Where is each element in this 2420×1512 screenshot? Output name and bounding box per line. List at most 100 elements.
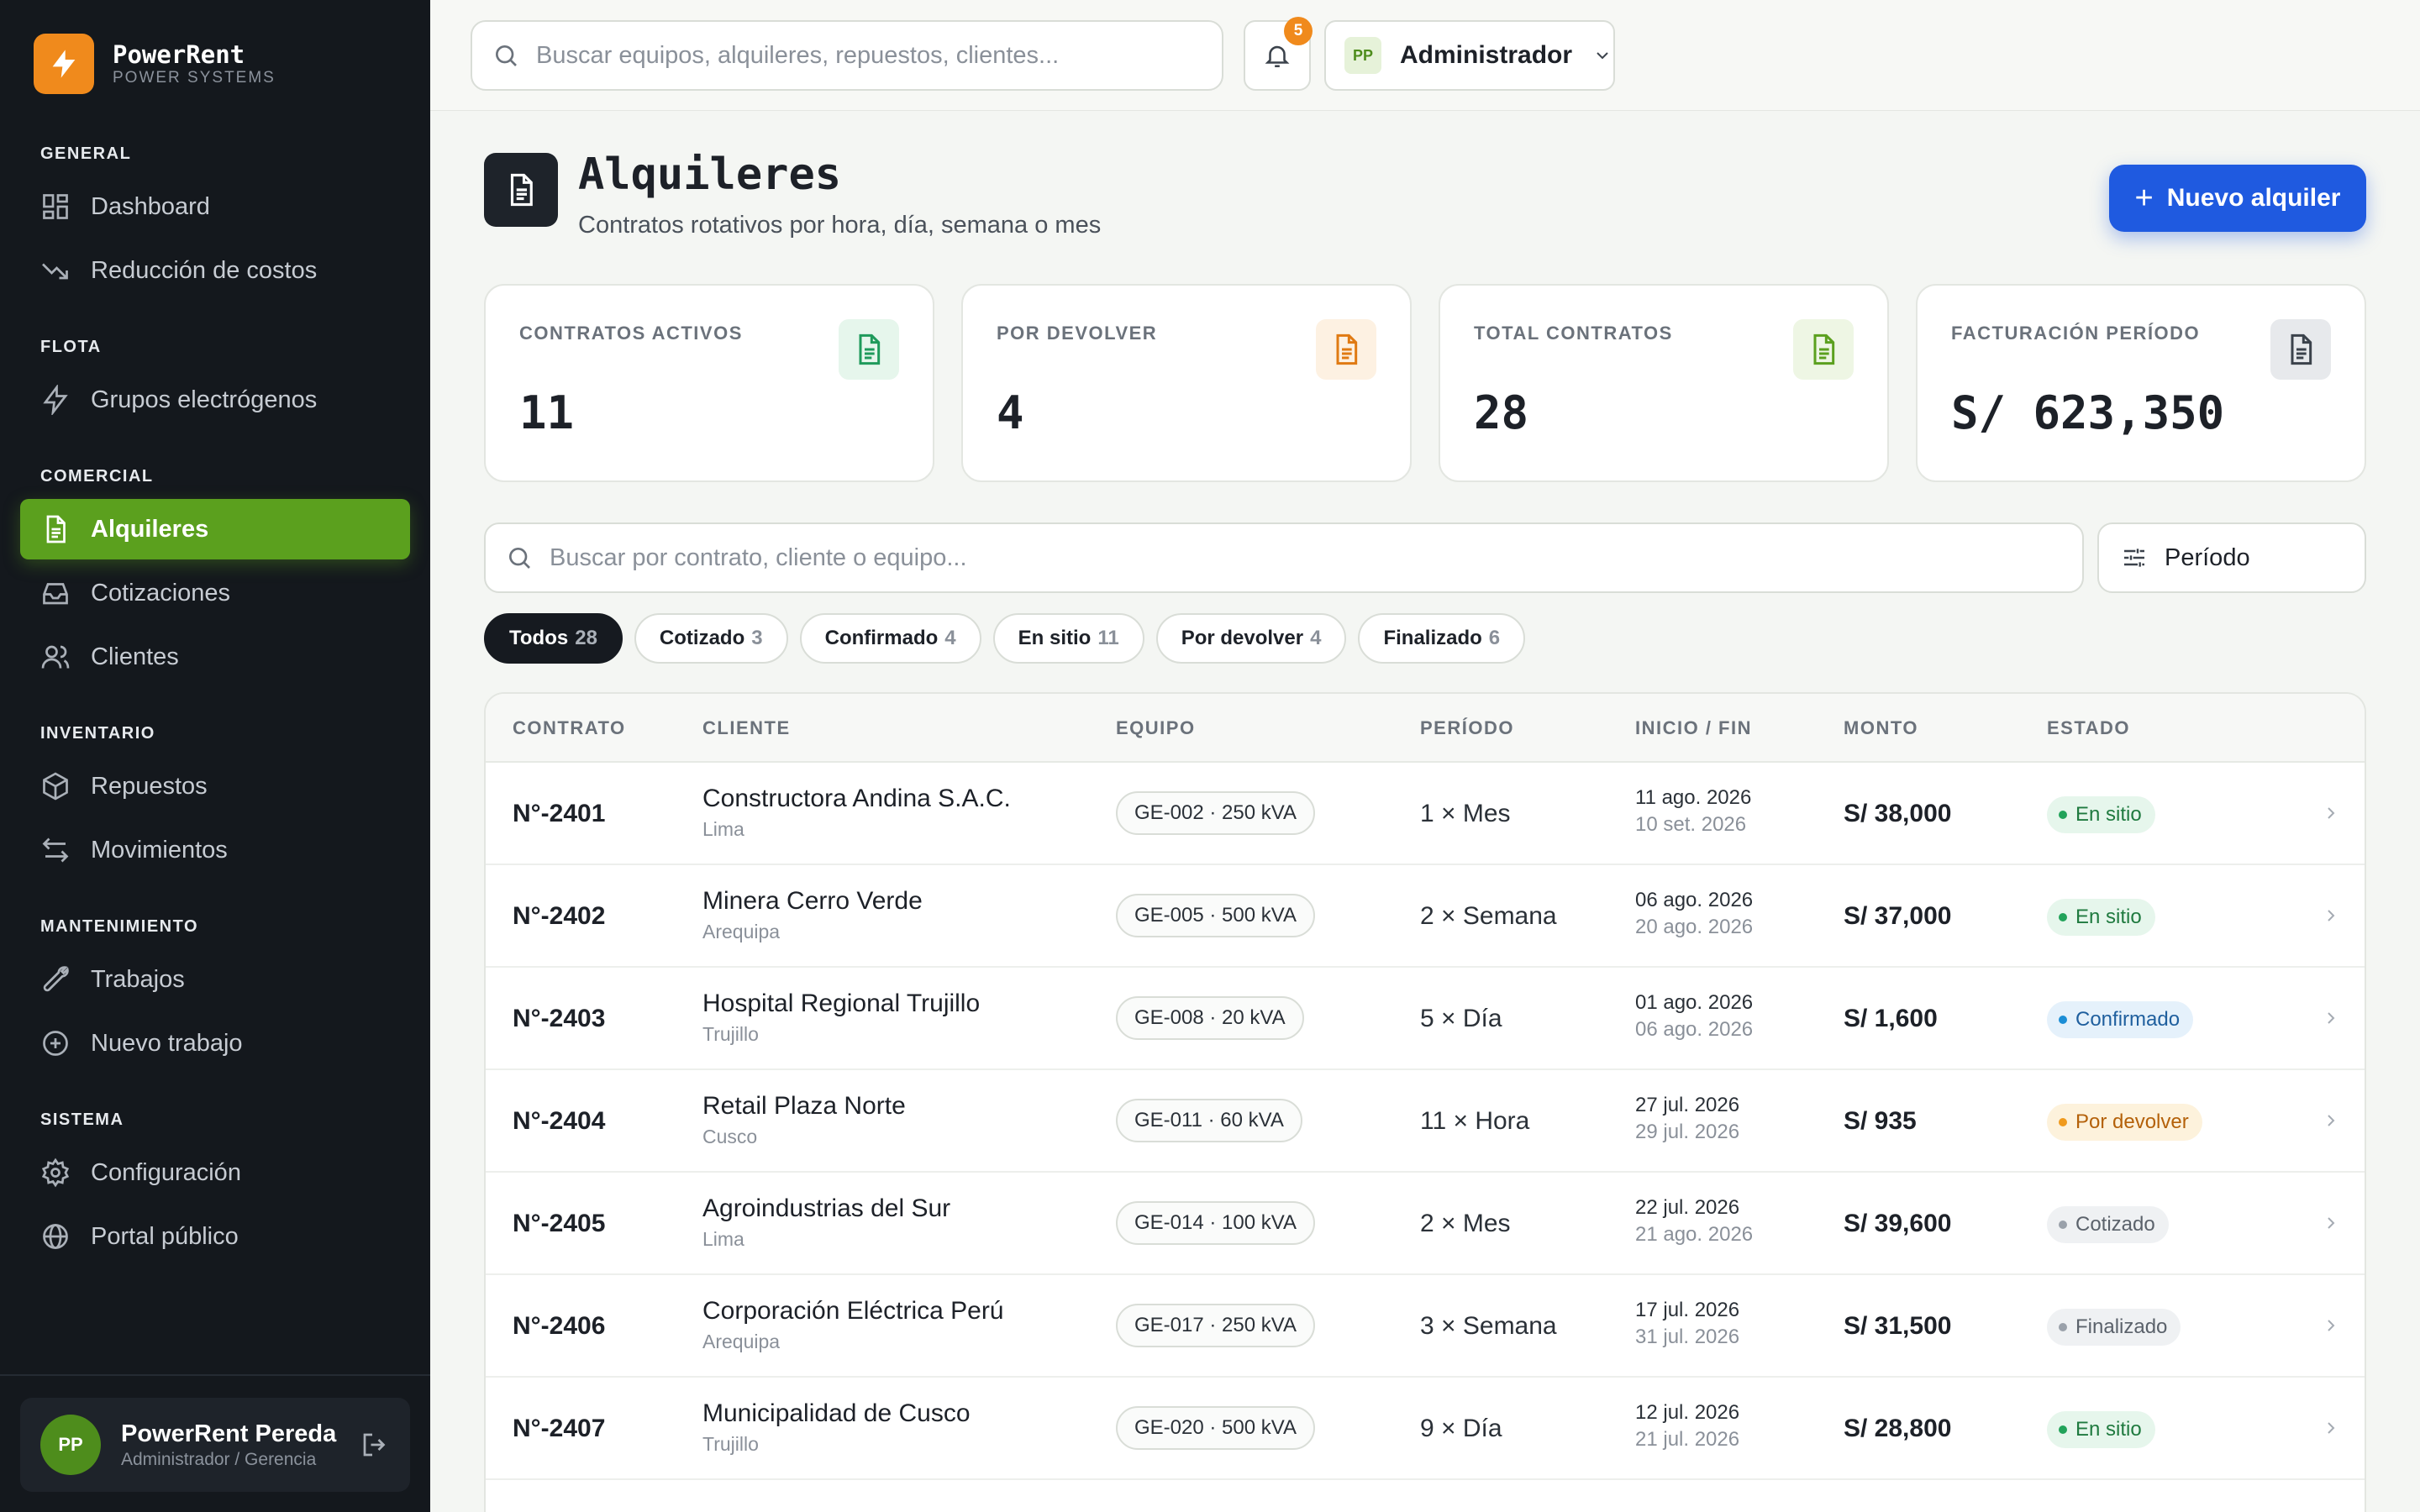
status-label: En sitio — [2075, 1418, 2142, 1441]
sidebar-item-movimientos[interactable]: Movimientos — [20, 820, 410, 880]
client-name: Minera Cerro Verde — [702, 887, 923, 915]
sidebar-item-configuracion[interactable]: Configuración — [20, 1142, 410, 1203]
client-city: Lima — [702, 1228, 744, 1250]
user-name: PowerRent Pereda — [121, 1420, 337, 1447]
contract-number: N°-2407 — [513, 1415, 606, 1442]
section-inventario: INVENTARIO — [40, 724, 155, 743]
sidebar-item-cost-reduction[interactable]: Reducción de costos — [20, 240, 410, 301]
grid-icon — [43, 194, 68, 219]
rental-period: 3 × Semana — [1420, 1312, 1557, 1340]
new-rental-button[interactable]: + Nuevo alquiler — [2109, 165, 2366, 232]
status-badge: En sitio — [2047, 899, 2155, 936]
start-date: 17 jul. 2026 — [1635, 1299, 1740, 1321]
sidebar-item-label: Configuración — [91, 1158, 241, 1186]
chevron-right-icon[interactable] — [2321, 803, 2341, 823]
sidebar-item-label: Clientes — [91, 643, 179, 670]
logout-icon[interactable] — [360, 1430, 390, 1460]
sidebar-item-alquileres[interactable]: Alquileres — [20, 499, 410, 559]
kpi-value: 11 — [519, 386, 575, 439]
account-menu[interactable]: PP Administrador — [1324, 20, 1615, 91]
header-amount[interactable]: MONTO — [1844, 717, 1918, 739]
table-row[interactable]: N°-2403 Hospital Regional Trujillo Trujill… — [486, 968, 2365, 1070]
end-date: 21 ago. 2026 — [1635, 1223, 1754, 1246]
sidebar-item-portal[interactable]: Portal público — [20, 1206, 410, 1267]
document-icon — [1793, 319, 1854, 380]
brand[interactable]: PowerRent POWER SYSTEMS — [34, 34, 276, 94]
notification-badge: 5 — [1284, 17, 1313, 45]
chevron-right-icon[interactable] — [2321, 1213, 2341, 1233]
table-row[interactable]: N°-2405 Agroindustrias del Sur Lima GE-014 … — [486, 1173, 2365, 1275]
sidebar-item-nuevo-trabajo[interactable]: Nuevo trabajo — [20, 1013, 410, 1074]
status-label: Cotizado — [2075, 1213, 2155, 1236]
rental-period: 2 × Mes — [1420, 1210, 1511, 1237]
chip-todos[interactable]: Todos 28 — [484, 613, 623, 664]
chip-por-devolver[interactable]: Por devolver 4 — [1155, 613, 1347, 664]
section-general: GENERAL — [40, 144, 132, 163]
header-contract[interactable]: CONTRATO — [513, 717, 626, 739]
chip-confirmado[interactable]: Confirmado 4 — [799, 613, 981, 664]
bolt-logo-icon — [34, 34, 94, 94]
global-search[interactable] — [471, 20, 1223, 91]
status-label: En sitio — [2075, 803, 2142, 826]
kpi-label: FACTURACIÓN PERÍODO — [1951, 323, 2201, 344]
chevron-right-icon[interactable] — [2321, 1008, 2341, 1028]
kpi-value: 28 — [1474, 386, 1529, 439]
rental-period: 9 × Día — [1420, 1415, 1502, 1442]
equipment-badge: GE-017 · 250 kVA — [1116, 1304, 1315, 1347]
sidebar-item-repuestos[interactable]: Repuestos — [20, 756, 410, 816]
end-date: 31 jul. 2026 — [1635, 1326, 1740, 1348]
global-search-input[interactable] — [536, 41, 1222, 70]
table-row[interactable]: N°-2402 Minera Cerro Verde Arequipa GE-005 … — [486, 865, 2365, 968]
chip-cotizado[interactable]: Cotizado 3 — [634, 613, 788, 664]
status-label: Por devolver — [2075, 1110, 2189, 1133]
wrench-icon — [43, 966, 69, 992]
table-row[interactable]: N°-2401 Constructora Andina S.A.C. Lima GE-… — [486, 763, 2365, 865]
brand-subtitle: POWER SYSTEMS — [113, 69, 276, 87]
status-dot — [2059, 811, 2067, 819]
client-city: Arequipa — [702, 921, 781, 942]
kpi-label: POR DEVOLVER — [997, 323, 1158, 344]
header-status[interactable]: ESTADO — [2047, 717, 2130, 739]
period-filter-button[interactable]: Período — [2097, 522, 2366, 593]
sidebar-item-trabajos[interactable]: Trabajos — [20, 949, 410, 1010]
contract-number: N°-2405 — [513, 1210, 606, 1237]
sidebar-item-clientes[interactable]: Clientes — [20, 627, 410, 687]
header-dates[interactable]: INICIO / FIN — [1635, 717, 1752, 739]
chevron-right-icon[interactable] — [2321, 1110, 2341, 1131]
rental-search-input[interactable] — [550, 543, 2082, 572]
kpi-card-return: POR DEVOLVER 4 — [961, 284, 1412, 482]
rental-search[interactable] — [484, 522, 2084, 593]
search-icon — [509, 548, 530, 569]
account-label: Administrador — [1400, 41, 1573, 69]
page-subtitle: Contratos rotativos por hora, día, seman… — [578, 212, 1102, 239]
chip-finalizado[interactable]: Finalizado 6 — [1358, 613, 1526, 664]
chip-label: Todos — [509, 627, 569, 649]
header-client[interactable]: CLIENTE — [702, 717, 791, 739]
status-dot — [2059, 1118, 2067, 1126]
chip-en-sitio[interactable]: En sitio 11 — [992, 613, 1144, 664]
chevron-right-icon[interactable] — [2321, 1418, 2341, 1438]
user-card[interactable]: PP PowerRent Pereda Administrador / Gere… — [20, 1398, 410, 1492]
rental-period: 1 × Mes — [1420, 800, 1511, 827]
sidebar-item-generators[interactable]: Grupos electrógenos — [20, 370, 410, 430]
header-period[interactable]: PERÍODO — [1420, 717, 1514, 739]
sidebar-item-cotizaciones[interactable]: Cotizaciones — [20, 563, 410, 623]
status-filter-chips: Todos 28 Cotizado 3 Confirmado 4 En sitio 11… — [484, 613, 1526, 664]
user-role: Administrador / Gerencia — [121, 1450, 317, 1469]
section-flota: FLOTA — [40, 338, 102, 356]
table-row[interactable]: N°-2404 Retail Plaza Norte Cusco GE-011 · 6… — [486, 1070, 2365, 1173]
chevron-right-icon[interactable] — [2321, 906, 2341, 926]
kpi-card-total: TOTAL CONTRATOS 28 — [1439, 284, 1889, 482]
table-row[interactable]: N°-2407 Municipalidad de Cusco Trujillo GE-… — [486, 1378, 2365, 1480]
header-equipment[interactable]: EQUIPO — [1116, 717, 1196, 739]
rental-period: 5 × Día — [1420, 1005, 1502, 1032]
notifications-button[interactable]: 5 — [1244, 17, 1313, 91]
status-dot — [2059, 1221, 2067, 1229]
table-row[interactable]: N°-2406 Corporación Eléctrica Perú Arequip… — [486, 1275, 2365, 1378]
kpi-value: 4 — [997, 386, 1024, 439]
chevron-right-icon[interactable] — [2321, 1315, 2341, 1336]
chip-label: Confirmado — [824, 627, 939, 649]
contract-number: N°-2406 — [513, 1312, 606, 1340]
sidebar-item-dashboard[interactable]: Dashboard — [20, 176, 410, 237]
globe-icon — [43, 1224, 68, 1249]
